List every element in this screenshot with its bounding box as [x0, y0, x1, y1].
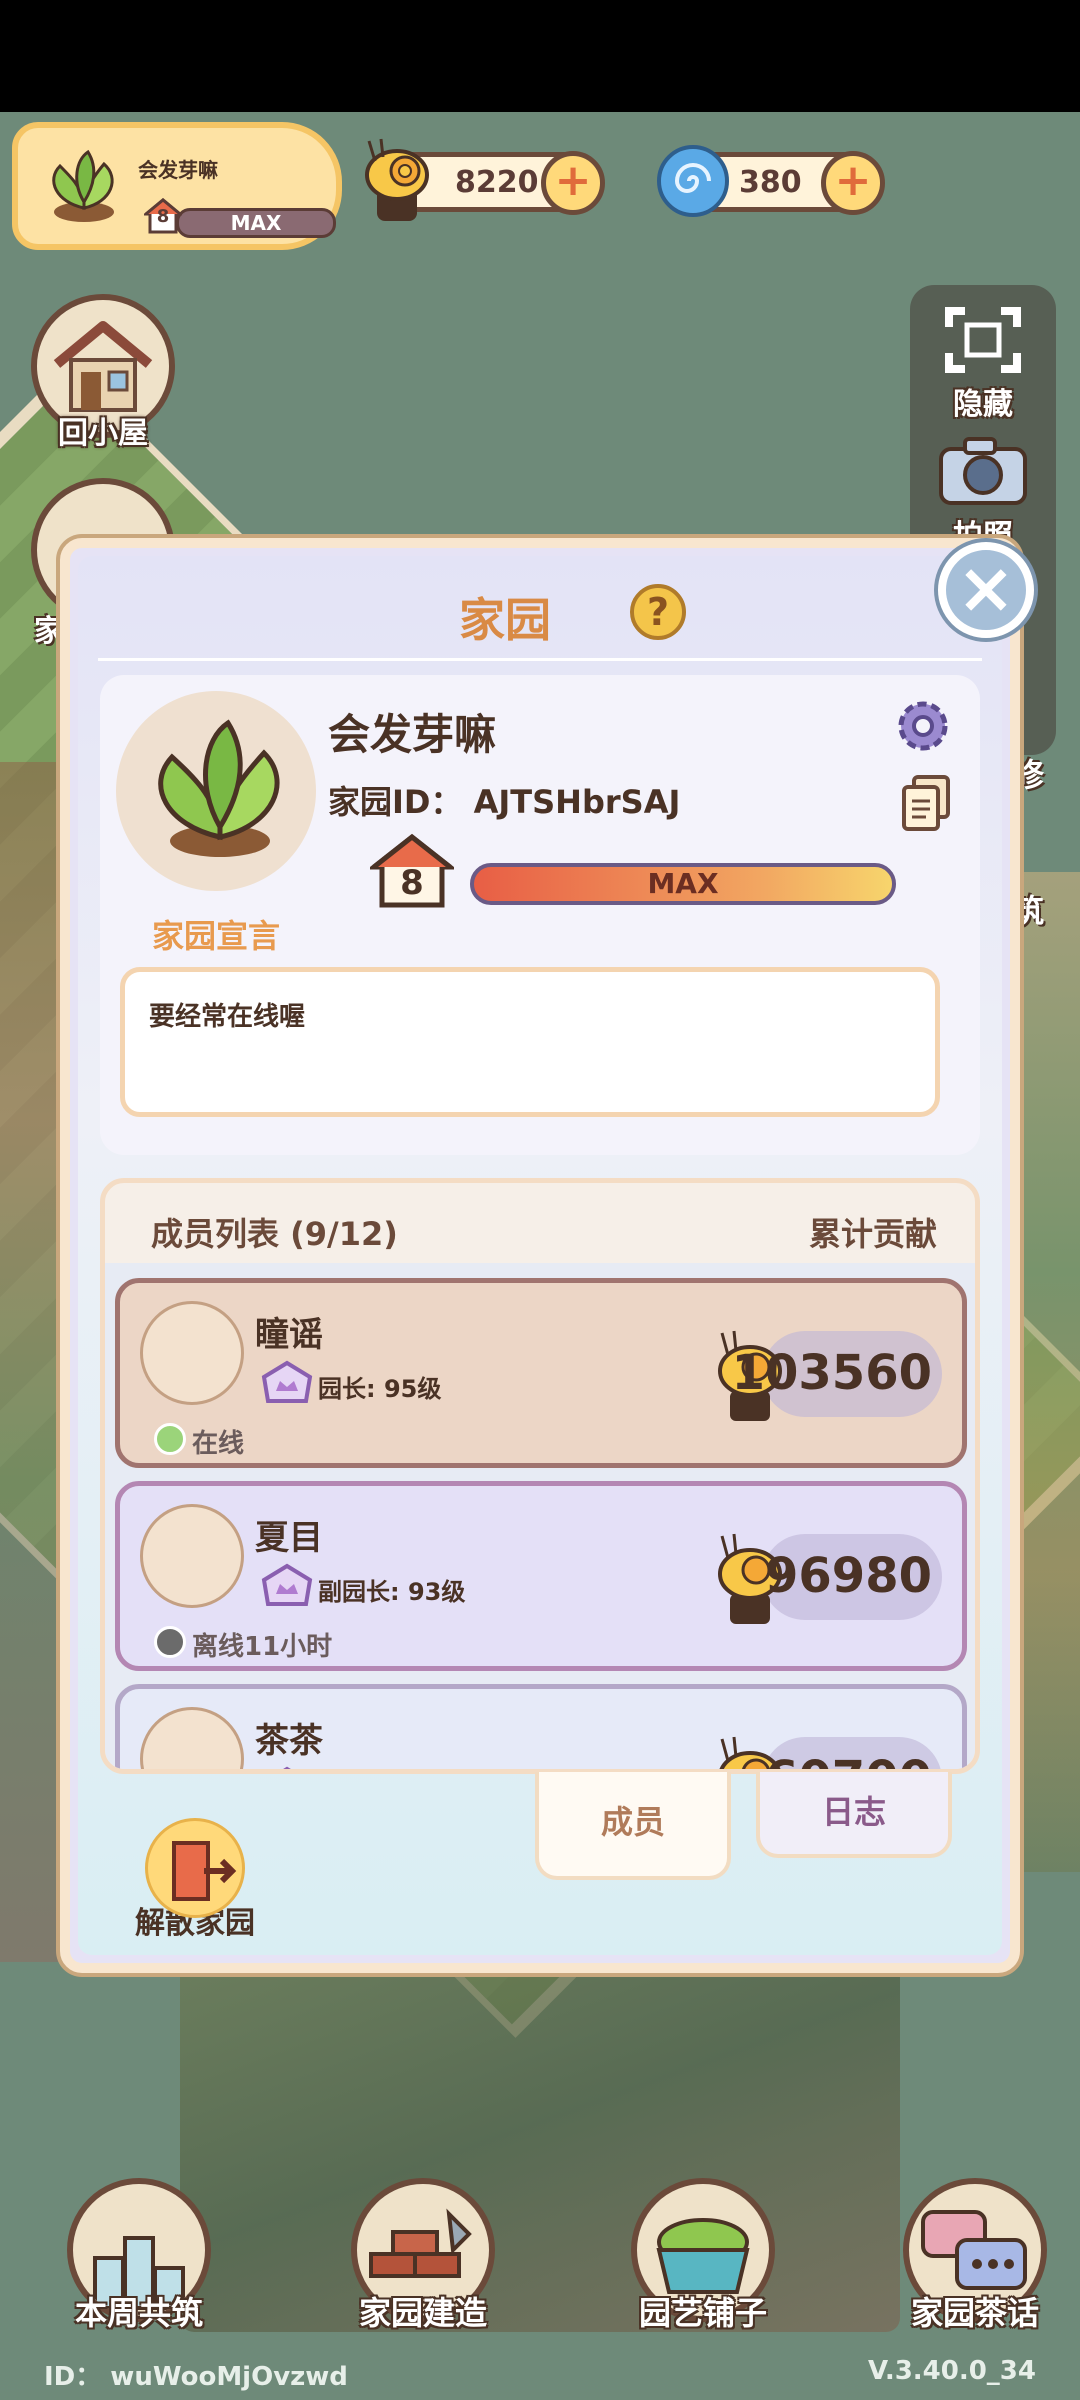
help-button[interactable]: ? [630, 584, 686, 640]
member-avatar [140, 1707, 244, 1769]
sprout-icon [52, 149, 114, 222]
member-row[interactable]: 茶茶成员: 9?级60700 [115, 1684, 967, 1769]
member-row[interactable]: 夏目副园长: 93级离线11小时 96980 [115, 1481, 967, 1671]
member-name: 瞳谣 [255, 1315, 323, 1355]
dissolve-home-button[interactable]: 解散家园 [120, 1818, 270, 1942]
home-build-label: 家园建造 [358, 2294, 487, 2332]
weekly-build-label: 本周共筑 [74, 2294, 203, 2332]
photo-button[interactable]: 拍照 [910, 435, 1056, 555]
status-dot [154, 1423, 186, 1455]
home-avatar [116, 691, 316, 891]
spiral-gem-icon [657, 145, 729, 217]
copy-id-icon[interactable] [900, 773, 952, 833]
snail-coin-value: 8220 [455, 165, 539, 200]
focus-frame-icon [945, 307, 1021, 373]
tab-log[interactable]: 日志 [756, 1772, 952, 1858]
home-name: 会发芽嘛 [138, 158, 218, 182]
member-name: 茶茶 [255, 1721, 323, 1761]
home-level-badge: 8 [366, 833, 458, 909]
home-level: 8 [156, 206, 170, 227]
exit-door-icon [145, 1818, 245, 1918]
member-name: 夏目 [255, 1518, 323, 1558]
hide-label: 隐藏 [953, 387, 1013, 422]
member-contribution: 96980 [765, 1548, 932, 1604]
home-level-progress: MAX [470, 863, 896, 905]
contribution-header: 累计贡献 [808, 1215, 937, 1253]
member-contribution: 103560 [731, 1345, 932, 1401]
camera-icon [939, 437, 1027, 505]
member-list-scroll[interactable]: 瞳谣园长: 95级在线 103560 夏目副园长: 93级离线11小时 96980 茶茶… [105, 1263, 975, 1769]
role-crown-icon [283, 1766, 291, 1769]
home-build-button[interactable]: 家园建造 [348, 2178, 498, 2334]
member-status: 在线 [192, 1429, 245, 1459]
home-level-bar: MAX [176, 208, 336, 238]
dialog-title: 家园 [459, 593, 551, 647]
app-version: V.3.40.0_34 [868, 2356, 1036, 2386]
weekly-build-button[interactable]: 本周共筑 [64, 2178, 214, 2334]
member-list-header: 成员列表 (9/12) [151, 1215, 398, 1253]
member-contribution: 60700 [765, 1751, 932, 1769]
home-badge[interactable]: 会发芽嘛 MAX 8 [12, 122, 342, 250]
garden-lower-area [180, 1912, 900, 2332]
snail-coin-counter: 8220 + [365, 138, 605, 221]
declaration-box: 要经常在线喔 [120, 967, 940, 1117]
snail-coin-icon [365, 138, 429, 221]
member-avatar [140, 1301, 244, 1405]
home-id: 家园ID： AJTSHbrSAJ [328, 783, 681, 821]
sprout-icon [158, 719, 280, 857]
role-crown-icon [261, 1563, 313, 1606]
member-role: 副园长: 93级 [318, 1578, 466, 1606]
spiral-gem-counter: 380 + [657, 145, 885, 217]
add-snail-coin-button[interactable]: + [541, 151, 605, 215]
hide-button[interactable]: 隐藏 [910, 305, 1056, 423]
garden-shop-button[interactable]: 园艺铺子 [628, 2178, 778, 2334]
garden-shop-label: 园艺铺子 [638, 2294, 767, 2332]
member-row[interactable]: 瞳谣园长: 95级在线 103560 [115, 1278, 967, 1468]
declaration-label: 家园宣言 [152, 917, 281, 955]
close-button[interactable]: × [938, 542, 1034, 638]
member-avatar [140, 1504, 244, 1608]
back-home-label: 回小屋 [58, 416, 148, 451]
role-crown-icon [261, 1360, 313, 1403]
home-chat-label: 家园茶话 [910, 2294, 1039, 2332]
member-status: 离线11小时 [192, 1632, 333, 1662]
tab-members[interactable]: 成员 [535, 1772, 731, 1880]
home-name: 会发芽嘛 [328, 710, 497, 759]
declaration-text: 要经常在线喔 [149, 1002, 306, 1032]
home-profile-card: 会发芽嘛 家园ID： AJTSHbrSAJ 8 MAX 家园宣言 要经常在线喔 [100, 675, 980, 1155]
title-divider [98, 658, 982, 661]
spiral-gem-value: 380 [739, 165, 802, 200]
home-chat-button[interactable]: 家园茶话 [900, 2178, 1050, 2334]
add-gem-button[interactable]: + [821, 151, 885, 215]
settings-gear-icon[interactable] [892, 695, 954, 757]
status-dot [154, 1626, 186, 1658]
home-level-value: 8 [400, 863, 424, 903]
member-list-panel: 成员列表 (9/12) 累计贡献 瞳谣园长: 95级在线 103560 夏目副园长:… [100, 1178, 980, 1774]
back-home-button[interactable]: 回小屋 [28, 294, 178, 452]
player-id: ID： wuWooMjOvzwd [44, 2362, 348, 2392]
member-role: 园长: 95级 [318, 1375, 442, 1403]
